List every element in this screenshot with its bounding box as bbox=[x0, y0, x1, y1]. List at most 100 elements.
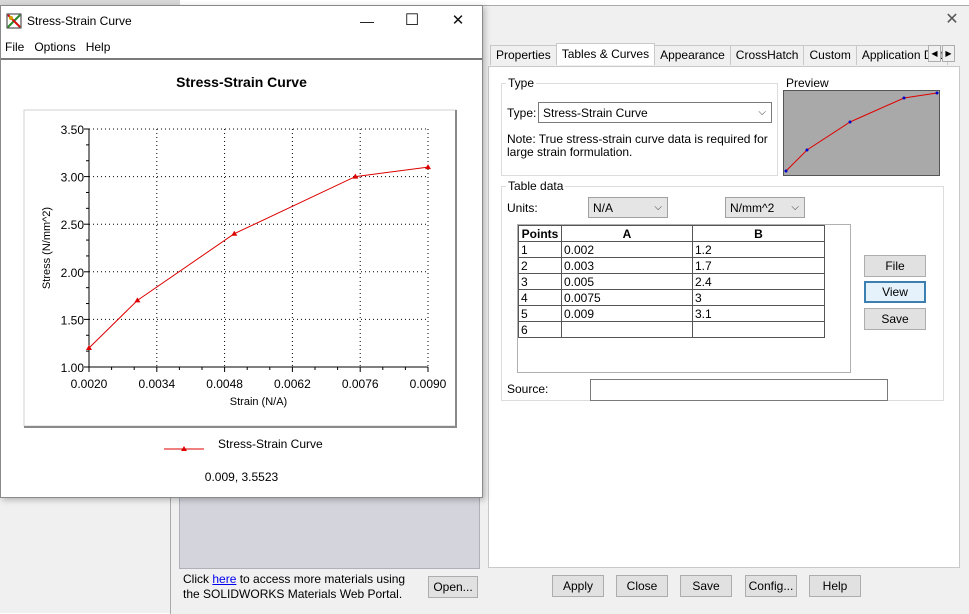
cell-b[interactable]: 1.7 bbox=[692, 257, 825, 274]
cell-a[interactable]: 0.005 bbox=[561, 273, 693, 290]
background-app-area bbox=[0, 496, 175, 613]
portal-here-link[interactable]: here bbox=[212, 572, 236, 586]
table-row: 1 0.002 1.2 bbox=[518, 241, 825, 258]
y-tick-label: 1.50 bbox=[61, 313, 85, 327]
cell-b[interactable] bbox=[692, 321, 825, 338]
chart-area: Stress-Strain Curve 0.0020 0.0034 0.0048 0.… bbox=[1, 60, 482, 497]
chart-window-title: Stress-Strain Curve bbox=[27, 14, 132, 28]
units-a-value: N/A bbox=[593, 201, 614, 215]
units-a-dropdown[interactable]: N/A ⌵ bbox=[588, 197, 668, 218]
grid-header-points[interactable]: Points bbox=[518, 225, 562, 242]
chevron-down-icon: ⌵ bbox=[791, 202, 799, 213]
cell-a[interactable]: 0.009 bbox=[561, 305, 693, 322]
tab-strip: Properties Tables & Curves Appearance Cr… bbox=[490, 43, 948, 66]
maximize-icon[interactable]: ☐ bbox=[398, 10, 426, 32]
cell-b[interactable]: 3 bbox=[692, 289, 825, 306]
x-tick-label: 0.0020 bbox=[71, 377, 108, 391]
chart-window-titlebar[interactable]: Stress-Strain Curve — ☐ ✕ bbox=[1, 6, 482, 36]
stress-strain-chart[interactable]: 0.0020 0.0034 0.0048 0.0062 0.0076 0.0090 1.00… bbox=[1, 60, 482, 497]
row-index: 1 bbox=[518, 241, 562, 258]
table-row: 4 0.0075 3 bbox=[518, 289, 825, 306]
x-tick-label: 0.0090 bbox=[410, 377, 447, 391]
legend-label: Stress-Strain Curve bbox=[218, 437, 323, 451]
coordinate-readout: 0.009, 3.5523 bbox=[204, 470, 279, 484]
help-button[interactable]: Help bbox=[809, 575, 861, 597]
preview-legend: Preview bbox=[786, 76, 829, 90]
close-icon[interactable]: ✕ bbox=[944, 12, 960, 28]
data-grid-container: Points A B 1 0.002 1.2 2 0.003 1.7 3 0.0… bbox=[517, 224, 851, 373]
save-table-button[interactable]: Save bbox=[864, 308, 926, 330]
type-dropdown-value: Stress-Strain Curve bbox=[543, 106, 648, 120]
cell-a[interactable] bbox=[561, 321, 693, 338]
chart-window: Stress-Strain Curve — ☐ ✕ File Options H… bbox=[0, 5, 483, 498]
type-group-legend: Type bbox=[508, 76, 535, 90]
grid-header-a[interactable]: A bbox=[561, 225, 693, 242]
x-tick-label: 0.0076 bbox=[342, 377, 379, 391]
source-label: Source: bbox=[507, 382, 549, 396]
tab-properties[interactable]: Properties bbox=[490, 45, 557, 65]
table-row: 3 0.005 2.4 bbox=[518, 273, 825, 290]
units-label: Units: bbox=[507, 201, 538, 215]
type-group: Type bbox=[501, 76, 778, 176]
type-note: Note: True stress-strain curve data is r… bbox=[507, 132, 768, 159]
tab-custom[interactable]: Custom bbox=[803, 45, 857, 65]
save-button[interactable]: Save bbox=[680, 575, 732, 597]
cell-a[interactable]: 0.0075 bbox=[561, 289, 693, 306]
x-tick-label: 0.0048 bbox=[206, 377, 243, 391]
tab-scroll-left-icon[interactable]: ◀ bbox=[928, 45, 941, 62]
file-button[interactable]: File bbox=[864, 255, 926, 277]
row-index: 4 bbox=[518, 289, 562, 306]
x-tick-label: 0.0062 bbox=[274, 377, 311, 391]
view-button[interactable]: View bbox=[864, 281, 926, 303]
cell-a[interactable]: 0.003 bbox=[561, 257, 693, 274]
preview-point bbox=[848, 120, 852, 124]
menu-file[interactable]: File bbox=[1, 37, 29, 57]
preview-plot bbox=[783, 90, 940, 176]
tab-scroll-right-icon[interactable]: ▶ bbox=[942, 45, 955, 62]
apply-button[interactable]: Apply bbox=[552, 575, 604, 597]
units-b-dropdown[interactable]: N/mm^2 ⌵ bbox=[725, 197, 805, 218]
cell-a[interactable]: 0.002 bbox=[561, 241, 693, 258]
y-tick-label: 2.50 bbox=[61, 218, 85, 232]
x-axis-label: Strain (N/A) bbox=[230, 396, 287, 408]
cell-b[interactable]: 2.4 bbox=[692, 273, 825, 290]
x-tick-label: 0.0034 bbox=[138, 377, 175, 391]
source-input[interactable] bbox=[590, 379, 888, 401]
chart-menubar: File Options Help bbox=[1, 37, 115, 57]
minimize-icon[interactable]: — bbox=[353, 10, 381, 32]
chevron-down-icon: ⌵ bbox=[758, 107, 766, 118]
table-row: 6 bbox=[518, 321, 825, 338]
close-icon[interactable]: ✕ bbox=[444, 10, 472, 32]
table-row: 2 0.003 1.7 bbox=[518, 257, 825, 274]
menu-help[interactable]: Help bbox=[81, 37, 116, 57]
row-index: 2 bbox=[518, 257, 562, 274]
tab-tables-curves[interactable]: Tables & Curves bbox=[555, 43, 656, 65]
portal-text-before: Click bbox=[183, 572, 213, 586]
y-axis-label: Stress (N/mm^2) bbox=[41, 207, 53, 289]
y-tick-label: 3.00 bbox=[61, 171, 85, 185]
tab-appearance[interactable]: Appearance bbox=[654, 45, 731, 65]
type-dropdown[interactable]: Stress-Strain Curve ⌵ bbox=[538, 102, 772, 123]
menu-options[interactable]: Options bbox=[29, 37, 80, 57]
table-data-legend: Table data bbox=[508, 179, 564, 193]
row-index: 5 bbox=[518, 305, 562, 322]
row-index: 3 bbox=[518, 273, 562, 290]
chevron-down-icon: ⌵ bbox=[654, 202, 662, 213]
preview-point bbox=[935, 91, 939, 95]
row-index: 6 bbox=[518, 321, 562, 338]
preview-point bbox=[805, 148, 809, 152]
cell-b[interactable]: 3.1 bbox=[692, 305, 825, 322]
preview-point bbox=[784, 169, 788, 173]
material-tree-area[interactable] bbox=[179, 496, 480, 569]
tab-crosshatch[interactable]: CrossHatch bbox=[729, 45, 805, 65]
cell-b[interactable]: 1.2 bbox=[692, 241, 825, 258]
grid-header-b[interactable]: B bbox=[692, 225, 825, 242]
preview-point bbox=[902, 96, 906, 100]
data-grid[interactable]: Points A B 1 0.002 1.2 2 0.003 1.7 3 0.0… bbox=[518, 225, 825, 338]
y-tick-label: 2.00 bbox=[61, 266, 85, 280]
type-label: Type: bbox=[507, 106, 537, 120]
units-b-value: N/mm^2 bbox=[730, 201, 775, 215]
config-button[interactable]: Config... bbox=[745, 575, 797, 597]
close-button[interactable]: Close bbox=[616, 575, 668, 597]
open-button[interactable]: Open... bbox=[428, 576, 478, 598]
